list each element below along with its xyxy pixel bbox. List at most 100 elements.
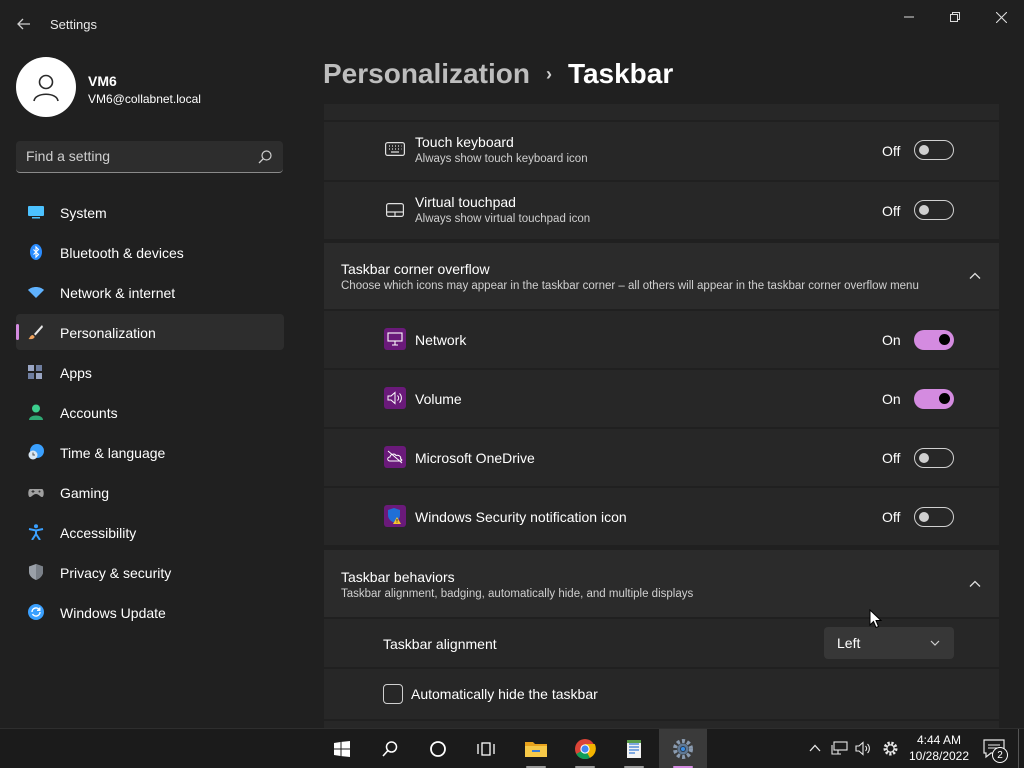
main-content[interactable]: Touch keyboard Always show touch keyboar… [324, 104, 1000, 728]
close-button[interactable] [978, 6, 1024, 28]
shield-icon [29, 564, 43, 580]
cortana-icon [430, 741, 446, 757]
corner-item-windows-security[interactable]: Windows Security notification icon Off [324, 488, 999, 545]
system-icon [28, 206, 44, 219]
tray-settings-button[interactable] [881, 739, 899, 757]
touch-keyboard-toggle[interactable] [914, 140, 954, 160]
next-row-tail [324, 721, 999, 728]
sidebar-item-label: Gaming [60, 485, 110, 501]
mouse-cursor-icon [869, 609, 883, 629]
toggle-state-label: On [882, 332, 901, 348]
corner-item-network[interactable]: Network On [324, 311, 999, 368]
volume-toggle[interactable] [914, 389, 954, 409]
alignment-dropdown[interactable]: Left [824, 627, 954, 659]
restore-icon [950, 12, 960, 22]
search-icon [382, 741, 398, 757]
search-input[interactable] [26, 148, 246, 164]
search-box[interactable] [16, 141, 283, 173]
section-description: Taskbar alignment, badging, automaticall… [341, 588, 694, 600]
toggle-state-label: Off [882, 143, 901, 159]
previous-section-tail [324, 104, 999, 120]
taskbar-alignment-row: Taskbar alignment Left [324, 619, 999, 667]
touch-keyboard-row[interactable]: Touch keyboard Always show touch keyboar… [324, 122, 999, 180]
sidebar-item-label: Accounts [60, 405, 118, 421]
settings-app-button[interactable] [659, 729, 707, 768]
breadcrumb: Personalization › Taskbar [323, 58, 673, 90]
sidebar-item-network[interactable]: Network & internet [16, 274, 284, 310]
autohide-checkbox[interactable] [383, 684, 403, 704]
back-arrow-icon [17, 18, 30, 30]
row-title: Microsoft OneDrive [415, 450, 535, 466]
section-description: Choose which icons may appear in the tas… [341, 280, 919, 292]
sidebar-item-accessibility[interactable]: Accessibility [16, 514, 284, 550]
sidebar-item-label: Privacy & security [60, 565, 172, 581]
onedrive-toggle[interactable] [914, 448, 954, 468]
apps-icon [28, 365, 42, 379]
corner-overflow-header[interactable]: Taskbar corner overflow Choose which ico… [324, 243, 999, 309]
network-icon [384, 328, 406, 350]
sidebar-item-gaming[interactable]: Gaming [16, 474, 284, 510]
minimize-button[interactable] [886, 6, 932, 28]
sidebar-item-accounts[interactable]: Accounts [16, 394, 284, 430]
chevron-up-icon[interactable] [969, 578, 981, 590]
sidebar-item-privacy-security[interactable]: Privacy & security [16, 554, 284, 590]
virtual-touchpad-toggle[interactable] [914, 200, 954, 220]
network-toggle[interactable] [914, 330, 954, 350]
autohide-row: Automatically hide the taskbar [324, 669, 999, 719]
taskbar-clock[interactable]: 4:44 AM 10/28/2022 [904, 732, 974, 764]
tray-network-button[interactable] [830, 739, 848, 757]
user-profile[interactable]: VM6 VM6@collabnet.local [16, 57, 296, 117]
restore-button[interactable] [932, 6, 978, 28]
sidebar-item-personalization[interactable]: Personalization [16, 314, 284, 350]
autohide-label[interactable]: Automatically hide the taskbar [411, 686, 598, 702]
user-avatar-icon [33, 74, 59, 102]
sidebar-item-system[interactable]: System [16, 194, 284, 230]
breadcrumb-parent[interactable]: Personalization [323, 58, 530, 90]
sidebar-item-bluetooth[interactable]: Bluetooth & devices [16, 234, 284, 270]
start-button[interactable] [318, 729, 366, 768]
taskbar-search-button[interactable] [366, 729, 414, 768]
search-icon[interactable] [257, 149, 273, 165]
sidebar-item-apps[interactable]: Apps [16, 354, 284, 390]
accounts-icon [29, 404, 43, 420]
taskbar-behaviors-header[interactable]: Taskbar behaviors Taskbar alignment, bad… [324, 550, 999, 617]
settings-app-icon [673, 739, 693, 759]
tray-volume-button[interactable] [854, 739, 872, 757]
wifi-icon [28, 287, 44, 298]
user-name: VM6 [88, 73, 117, 89]
chevron-up-icon[interactable] [969, 270, 981, 282]
show-hidden-icons-button[interactable] [806, 739, 824, 757]
toggle-state-label: Off [882, 450, 901, 466]
alignment-label: Taskbar alignment [383, 636, 497, 652]
notepad-app-button[interactable] [610, 729, 658, 768]
notepad-app-icon [627, 740, 641, 758]
sidebar-item-label: Accessibility [60, 525, 137, 541]
gamepad-icon [28, 489, 44, 497]
chrome-button[interactable] [561, 729, 609, 768]
sidebar-item-label: Apps [60, 365, 92, 381]
minimize-icon [904, 16, 914, 18]
chevron-up-icon [809, 744, 821, 752]
file-explorer-button[interactable] [512, 729, 560, 768]
sidebar-item-label: Time & language [60, 445, 166, 461]
row-title: Touch keyboard [415, 134, 514, 150]
notification-count-badge: 2 [992, 747, 1008, 763]
keyboard-icon [384, 138, 406, 160]
sidebar-item-label: System [60, 205, 107, 221]
windows-security-toggle[interactable] [914, 507, 954, 527]
cortana-button[interactable] [414, 729, 462, 768]
corner-item-volume[interactable]: Volume On [324, 370, 999, 427]
task-view-icon [477, 742, 495, 756]
sidebar-item-windows-update[interactable]: Windows Update [16, 594, 284, 630]
page-title: Taskbar [567, 58, 674, 89]
corner-item-onedrive[interactable]: Microsoft OneDrive Off [324, 429, 999, 486]
brush-icon [28, 325, 43, 340]
task-view-button[interactable] [462, 729, 510, 768]
virtual-touchpad-row[interactable]: Virtual touchpad Always show virtual tou… [324, 182, 999, 239]
show-desktop-button[interactable] [1018, 729, 1019, 768]
alignment-value: Left [837, 635, 861, 651]
onedrive-icon [384, 446, 406, 468]
sidebar-item-time-language[interactable]: Time & language [16, 434, 284, 470]
row-title: Windows Security notification icon [415, 509, 627, 525]
back-button[interactable] [12, 12, 36, 36]
